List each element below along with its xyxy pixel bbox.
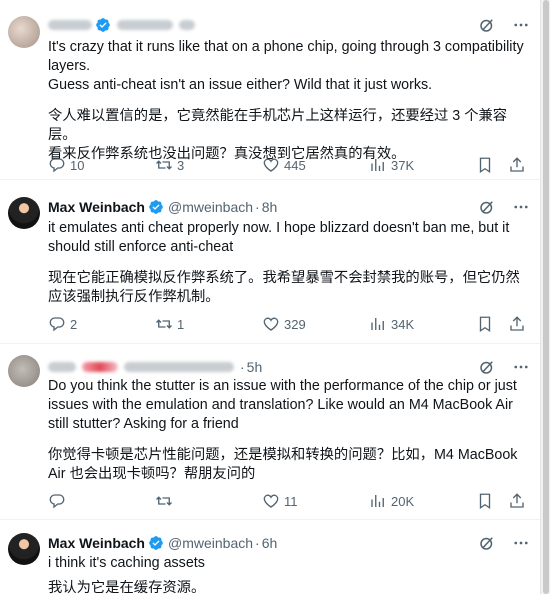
repost-button[interactable]: 1 (155, 315, 211, 333)
heart-icon (263, 494, 279, 508)
tweet-header: · 5h (48, 358, 540, 376)
reply-icon (49, 158, 65, 173)
body-line: i think it's caching assets (48, 555, 205, 571)
bookmark-icon[interactable] (476, 156, 494, 174)
grok-icon[interactable] (478, 16, 496, 34)
avatar[interactable] (8, 197, 40, 229)
views-icon (371, 318, 384, 330)
repost-icon (156, 319, 172, 329)
verified-badge-icon (149, 200, 163, 214)
translation-line: 现在它能正确模拟反作弊系统了。我希望暴雪不会封禁我的账号，但它仍然应该强制执行反… (48, 270, 520, 305)
translation-line: 你觉得卡顿是芯片性能问题，还是模拟和转换的问题？比如，M4 MacBook Ai… (48, 447, 518, 482)
repost-button[interactable]: 3 (155, 156, 211, 174)
grok-icon[interactable] (478, 534, 496, 552)
more-options-icon[interactable] (512, 198, 530, 216)
reply-feed: It's crazy that it runs like that on a p… (0, 0, 540, 594)
body-line: Do you think the stutter is an issue wit… (48, 378, 517, 432)
tweet-text: Do you think the stutter is an issue wit… (48, 377, 526, 484)
repost-count: 1 (177, 316, 185, 332)
like-count: 11 (284, 493, 298, 509)
reply-button[interactable]: 2 (48, 315, 104, 333)
timestamp[interactable]: 5h (247, 359, 263, 375)
heart-icon (263, 317, 279, 331)
reply-count: 10 (70, 157, 85, 173)
user-handle[interactable]: @mweinbach (168, 535, 253, 551)
grok-icon[interactable] (478, 198, 496, 216)
separator: · (240, 359, 245, 375)
views-button[interactable]: 34K (369, 315, 425, 333)
timestamp[interactable]: 8h (262, 199, 278, 215)
body-line: it emulates anti cheat properly now. I h… (48, 220, 510, 255)
action-bar: 11 20K (48, 491, 526, 511)
like-count: 329 (284, 316, 306, 332)
repost-icon (156, 496, 172, 506)
like-button[interactable]: 445 (262, 156, 318, 174)
share-icon[interactable] (508, 492, 526, 510)
blurred-emoji (82, 362, 118, 372)
views-button[interactable]: 37K (369, 156, 425, 174)
tweet-header: Max Weinbach @mweinbach · 8h (48, 198, 540, 216)
grok-icon[interactable] (478, 358, 496, 376)
timestamp[interactable]: 6h (262, 535, 278, 551)
separator: · (255, 199, 260, 215)
repost-button[interactable] (155, 492, 211, 510)
user-handle[interactable]: @mweinbach (168, 199, 253, 215)
display-name[interactable]: Max Weinbach (48, 535, 145, 551)
view-count: 20K (391, 493, 415, 509)
translation-line: 我认为它是在缓存资源。 (48, 580, 206, 594)
repost-icon (156, 160, 172, 170)
reply-icon (49, 317, 65, 332)
more-options-icon[interactable] (512, 358, 530, 376)
avatar[interactable] (8, 16, 40, 48)
like-button[interactable]: 11 (262, 492, 318, 510)
tweet-2[interactable]: Max Weinbach @mweinbach · 8h it emulates… (0, 181, 540, 344)
reply-count: 2 (70, 316, 78, 332)
blurred-name (48, 20, 92, 30)
reply-button[interactable] (48, 492, 104, 510)
body-line: It's crazy that it runs like that on a p… (48, 39, 524, 74)
tweet-header: Max Weinbach @mweinbach · 6h (48, 534, 540, 552)
view-count: 37K (391, 157, 415, 173)
avatar[interactable] (8, 355, 40, 387)
verified-badge-icon (96, 18, 110, 32)
scrollbar[interactable] (540, 0, 550, 594)
more-options-icon[interactable] (512, 534, 530, 552)
avatar[interactable] (8, 533, 40, 565)
bookmark-icon[interactable] (476, 315, 494, 333)
scrollbar-thumb[interactable] (543, 0, 549, 594)
translation-line: 令人难以置信的是，它竟然能在手机芯片上这样运行，还要经过 3 个兼容层。 (48, 108, 508, 143)
views-icon (371, 495, 384, 507)
like-button[interactable]: 329 (262, 315, 318, 333)
action-bar: 2 1 329 34K (48, 314, 526, 334)
like-count: 445 (284, 157, 306, 173)
tweet-header (48, 16, 540, 34)
share-icon[interactable] (508, 315, 526, 333)
blurred-handle (124, 362, 234, 372)
views-icon (371, 159, 384, 171)
heart-icon (263, 158, 279, 172)
separator: · (255, 535, 260, 551)
reply-button[interactable]: 10 (48, 156, 104, 174)
share-icon[interactable] (508, 156, 526, 174)
repost-count: 3 (177, 157, 185, 173)
tweet-3[interactable]: · 5h Do you think the stutter is an issu… (0, 345, 540, 520)
body-line: Guess anti-cheat isn't an issue either? … (48, 77, 433, 93)
bookmark-icon[interactable] (476, 492, 494, 510)
blurred-time (179, 20, 195, 30)
tweet-text: It's crazy that it runs like that on a p… (48, 38, 526, 164)
tweet-4[interactable]: Max Weinbach @mweinbach · 6h i think it'… (0, 521, 540, 594)
display-name[interactable]: Max Weinbach (48, 199, 145, 215)
more-options-icon[interactable] (512, 16, 530, 34)
tweet-text: i think it's caching assets 我认为它是在缓存资源。 (48, 554, 526, 594)
blurred-name (48, 362, 76, 372)
tweet-1[interactable]: It's crazy that it runs like that on a p… (0, 0, 540, 180)
verified-badge-icon (149, 536, 163, 550)
blurred-handle (117, 20, 173, 30)
tweet-text: it emulates anti cheat properly now. I h… (48, 219, 526, 307)
action-bar: 10 3 445 37K (48, 155, 526, 175)
views-button[interactable]: 20K (369, 492, 425, 510)
reply-icon (49, 494, 65, 509)
view-count: 34K (391, 316, 415, 332)
